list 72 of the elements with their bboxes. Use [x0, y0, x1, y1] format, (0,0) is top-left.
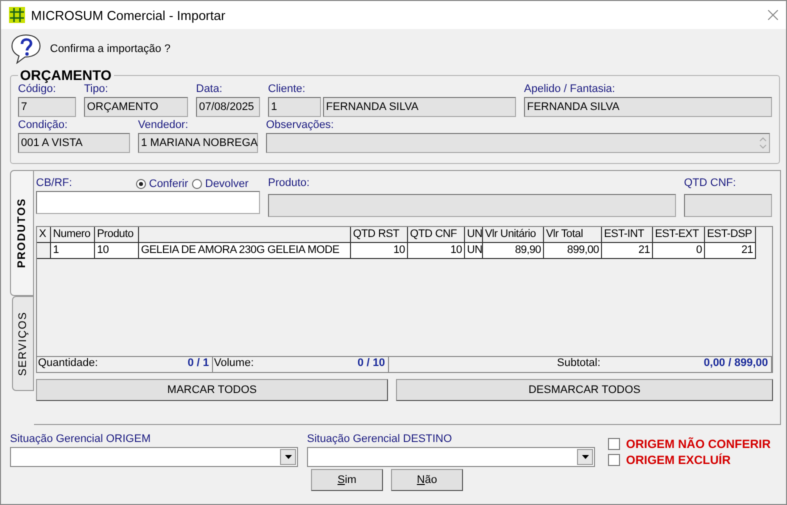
table-cell: 899,00 — [544, 243, 602, 259]
column-header[interactable]: QTD RST — [351, 227, 408, 243]
text-field[interactable] — [684, 194, 772, 217]
caret-icon — [582, 455, 588, 459]
text-field[interactable] — [266, 133, 770, 153]
column-header[interactable]: Produto — [95, 227, 139, 243]
column-header[interactable]: Numero — [51, 227, 95, 243]
side-tab[interactable]: SERVIÇOS — [12, 296, 34, 391]
table-cell: 10 — [408, 243, 465, 259]
field-label: Tipo: — [84, 83, 110, 97]
radio-option[interactable]: Devolver — [192, 177, 249, 191]
field-label: Cliente: — [268, 83, 306, 97]
caret-icon — [284, 455, 292, 459]
dropdown-field[interactable] — [10, 447, 298, 467]
column-header[interactable]: QTD CNF — [408, 227, 465, 243]
column-header[interactable]: EST-EXT — [653, 227, 705, 243]
dropdown-field[interactable] — [307, 447, 595, 467]
prompt-text: Confirma a importação ? — [50, 43, 170, 55]
text-field[interactable]: 07/08/2025 — [196, 97, 260, 117]
field-label: Vendedor: — [138, 119, 190, 133]
checkbox-option[interactable]: ORIGEM NÃO CONFERIR — [608, 437, 771, 451]
text-field[interactable] — [268, 194, 676, 217]
column-header[interactable]: Vlr Unitário — [483, 227, 544, 243]
field-label: Condição: — [18, 119, 69, 133]
summary-field: Volume: 0 / 10 — [213, 357, 389, 372]
field-label: QTD CNF: — [684, 177, 737, 191]
text-field[interactable]: FERNANDA SILVA — [323, 97, 516, 117]
table-cell: UN — [465, 243, 483, 259]
text-field[interactable]: FERNANDA SILVA — [524, 97, 772, 117]
field-label: Código: — [18, 83, 57, 97]
column-header[interactable]: UN — [465, 227, 483, 243]
app-grid-icon — [9, 7, 25, 23]
field-label: Observações: — [266, 119, 335, 133]
dialog-button[interactable]: Sim — [311, 469, 383, 491]
spinner-icon[interactable] — [759, 137, 767, 149]
table-cell: 21 — [602, 243, 653, 259]
field-label: CB/RF: — [36, 177, 74, 191]
window-title: MICROSUM Comercial - Importar — [31, 8, 226, 22]
table-cell: 10 — [351, 243, 408, 259]
column-header[interactable]: Vlr Total — [544, 227, 602, 243]
field-label: Apelido / Fantasia: — [524, 83, 616, 97]
field-label: Situação Gerencial ORIGEM — [10, 433, 152, 447]
table-cell: 10 — [95, 243, 139, 259]
grid-button[interactable]: MARCAR TODOS — [36, 379, 388, 401]
column-header[interactable]: X — [37, 227, 51, 243]
table-cell: 89,90 — [483, 243, 544, 259]
text-field[interactable]: 1 — [268, 97, 321, 117]
checkbox-option[interactable]: ORIGEM EXCLUÍR — [608, 453, 771, 467]
summary-field: Subtotal: 0,00 / 899,00 — [556, 357, 772, 372]
grid-button[interactable]: DESMARCAR TODOS — [396, 379, 773, 401]
table-cell: 0 — [653, 243, 705, 259]
group-title: ORÇAMENTO — [19, 67, 113, 83]
column-header[interactable]: EST-DSP — [705, 227, 756, 243]
text-field[interactable]: 7 — [18, 97, 76, 117]
question-icon — [10, 34, 42, 64]
barcode-input[interactable] — [36, 191, 260, 214]
radio-option[interactable]: Conferir — [136, 177, 188, 191]
field-label: Produto: — [268, 177, 311, 191]
summary-field: Quantidade: 0 / 1 — [37, 357, 213, 372]
text-field[interactable]: 1 MARIANA NOBREGA — [138, 133, 258, 153]
table-cell: GELEIA DE AMORA 230G GELEIA MODE — [139, 243, 351, 259]
close-icon[interactable] — [768, 10, 778, 20]
field-label: Data: — [196, 83, 224, 97]
table-cell: 21 — [705, 243, 756, 259]
field-label: Situação Gerencial DESTINO — [307, 433, 453, 447]
text-field[interactable]: 001 A VISTA — [18, 133, 130, 153]
side-tab[interactable]: PRODUTOS — [10, 170, 34, 296]
column-header[interactable] — [139, 227, 351, 243]
text-field[interactable]: ORÇAMENTO — [84, 97, 188, 117]
table-cell: 1 — [51, 243, 95, 259]
column-header[interactable]: EST-INT — [602, 227, 653, 243]
dialog-button[interactable]: Não — [391, 469, 463, 491]
